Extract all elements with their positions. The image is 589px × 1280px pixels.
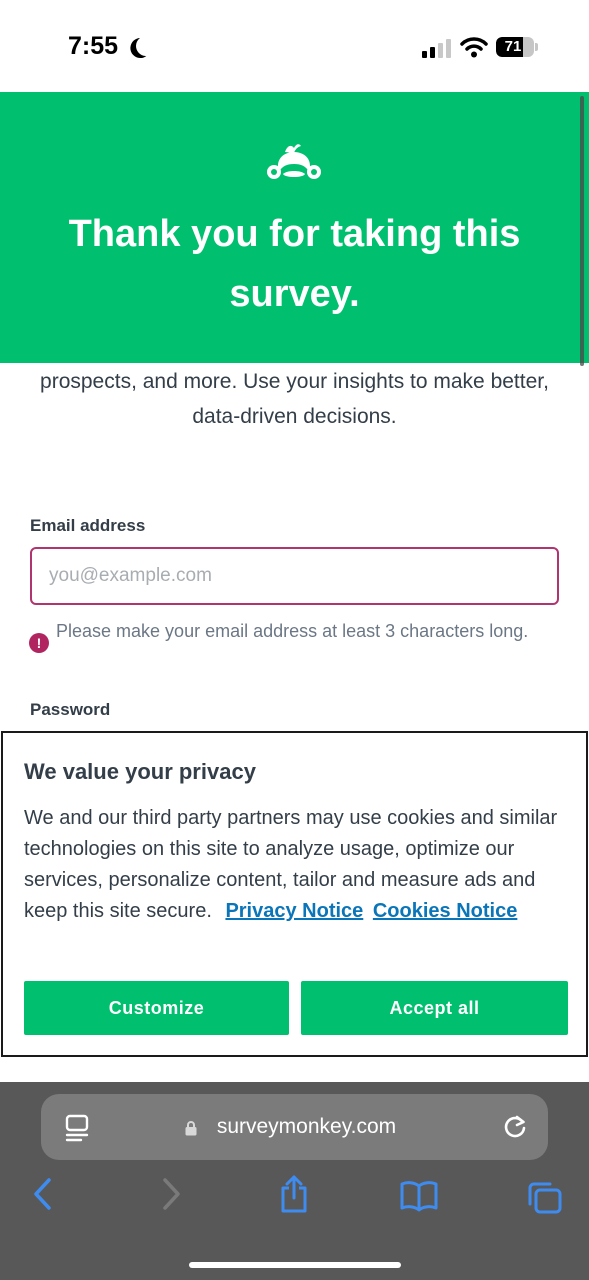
bookmarks-icon[interactable]: [400, 1180, 438, 1212]
share-icon[interactable]: [278, 1174, 310, 1214]
battery-percent: 71: [504, 38, 522, 55]
privacy-dialog: We value your privacy We and our third p…: [1, 731, 588, 1057]
email-field[interactable]: [30, 547, 559, 605]
page-title: Thank you for taking this survey.: [68, 213, 521, 315]
battery-icon: 71: [496, 37, 534, 57]
reload-icon[interactable]: [501, 1113, 529, 1141]
accept-all-button[interactable]: Accept all: [301, 981, 568, 1035]
email-label: Email address: [30, 516, 146, 535]
status-time: 7:55: [68, 32, 119, 60]
cellular-signal-icon: [422, 38, 452, 58]
email-error-message: Please make your email address at least …: [56, 621, 529, 641]
privacy-notice-link[interactable]: Privacy Notice: [225, 900, 363, 922]
cookies-notice-link[interactable]: Cookies Notice: [373, 900, 517, 922]
password-label: Password: [30, 700, 111, 719]
battery-cap: [535, 43, 538, 51]
surveymonkey-logo-icon: [267, 144, 321, 179]
thank-you-header: Thank you for taking this survey.: [0, 92, 589, 366]
forward-icon[interactable]: [160, 1177, 182, 1211]
tabs-icon[interactable]: [526, 1180, 564, 1216]
error-icon: !: [29, 633, 49, 653]
customize-button[interactable]: Customize: [24, 981, 289, 1035]
address-bar[interactable]: surveymonkey.com: [41, 1094, 548, 1160]
home-indicator[interactable]: [189, 1262, 401, 1268]
scrollbar[interactable]: [580, 96, 584, 366]
url-text: surveymonkey.com: [216, 1115, 397, 1138]
status-bar: 7:55 71: [0, 0, 589, 92]
privacy-title: We value your privacy: [24, 759, 256, 784]
promo-text: prospects, and more. Use your insights t…: [40, 370, 549, 428]
privacy-body: We and our third party partners may use …: [24, 803, 564, 927]
back-icon[interactable]: [32, 1177, 54, 1211]
browser-toolbar: surveymonkey.com: [0, 1082, 589, 1280]
focus-moon-icon: [133, 33, 159, 59]
wifi-icon: [460, 37, 488, 58]
